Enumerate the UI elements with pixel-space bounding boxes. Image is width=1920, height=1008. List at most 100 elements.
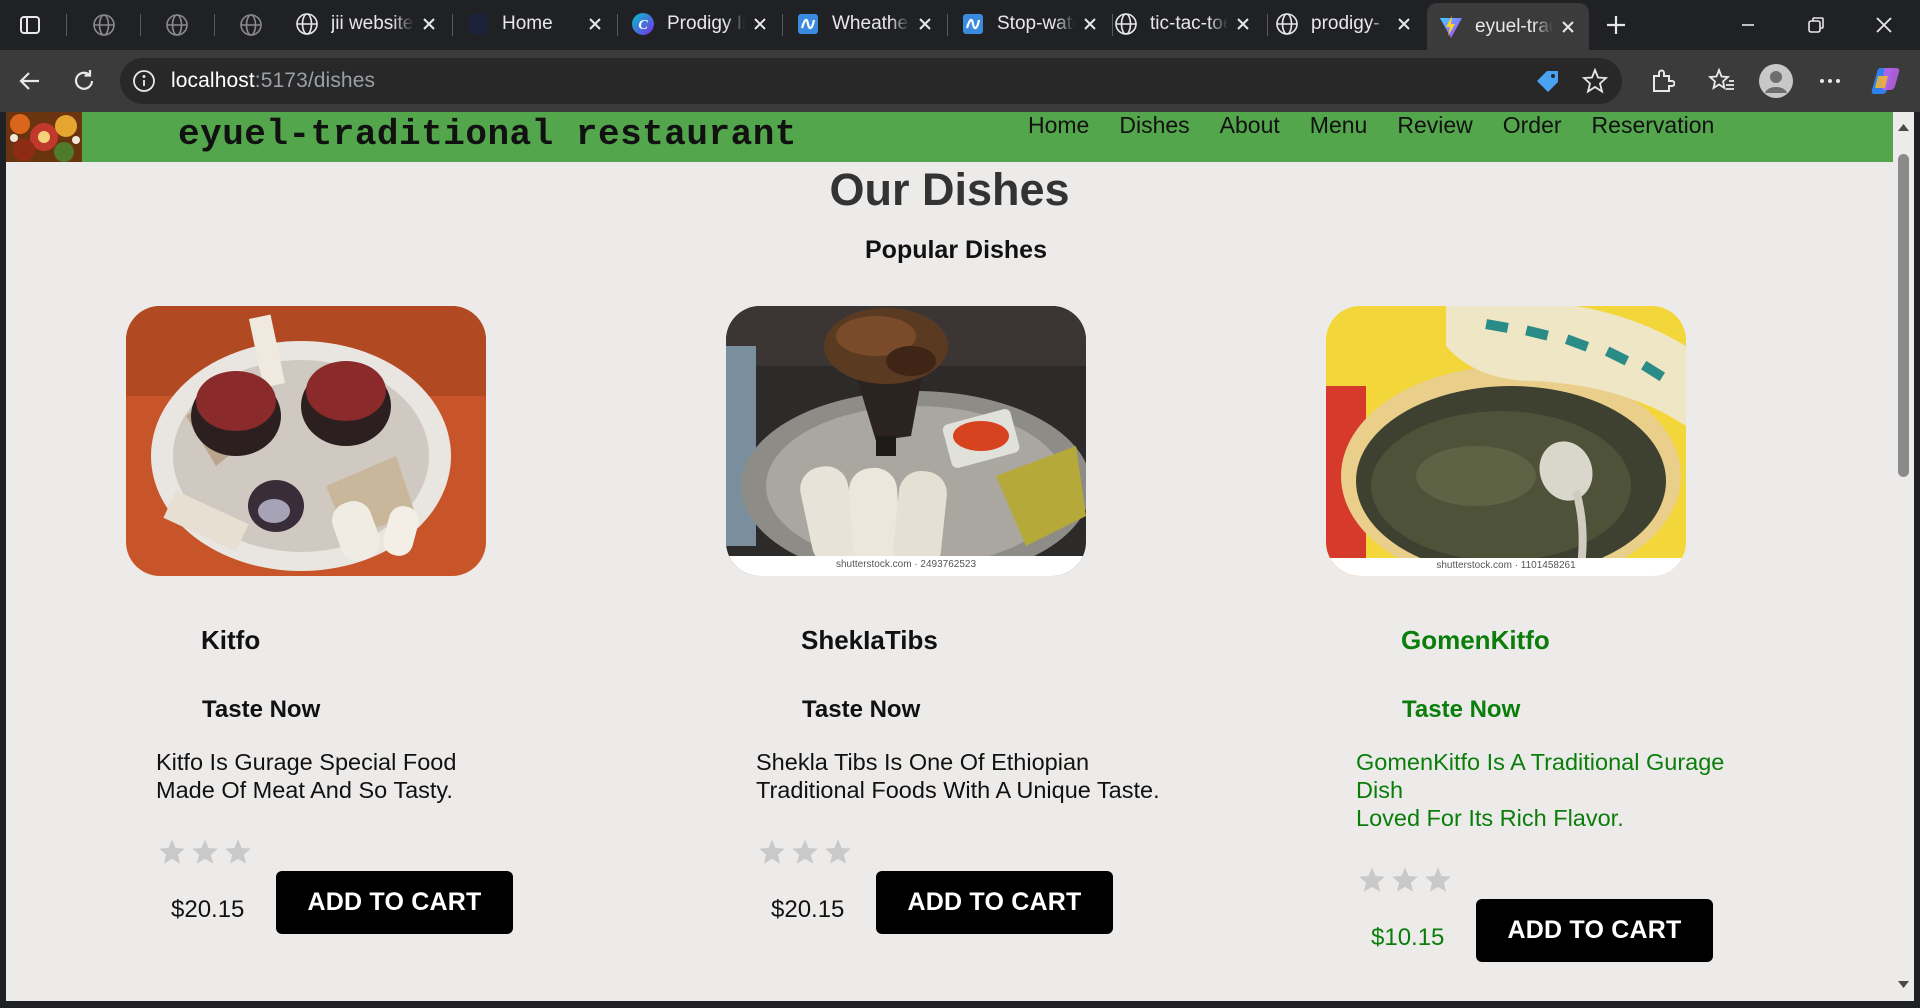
close-tab-icon[interactable] (1079, 13, 1101, 35)
star-icon[interactable] (758, 838, 791, 868)
dish-price: $10.15 (1371, 924, 1445, 951)
star-icon[interactable] (158, 838, 191, 868)
taste-now-label[interactable]: Taste Now (802, 696, 920, 724)
add-to-cart-button[interactable]: ADD TO CART (876, 871, 1113, 934)
url-host: localhost (171, 69, 255, 92)
favorites-icon[interactable] (1702, 61, 1742, 101)
description-line: Loved For Its Rich Flavor. (1356, 805, 1624, 831)
restore-icon[interactable] (1782, 0, 1850, 50)
star-icon[interactable] (1358, 866, 1391, 896)
tab-title: tic-tac-toe (1150, 13, 1228, 34)
copilot-icon[interactable] (1866, 61, 1906, 101)
star-icon[interactable] (1391, 866, 1424, 896)
tab-prodigy-infotech[interactable]: C Prodigy Infotech (619, 5, 781, 43)
nav-link-menu[interactable]: Menu (1310, 112, 1368, 138)
rating-stars[interactable] (758, 838, 857, 868)
tab-home[interactable]: Home (454, 5, 616, 43)
extensions-icon[interactable] (1642, 61, 1682, 101)
page-scrollbar[interactable] (1893, 112, 1914, 1001)
rating-stars[interactable] (1358, 866, 1457, 896)
info-icon[interactable] (132, 69, 156, 98)
star-icon[interactable] (224, 838, 257, 868)
add-to-cart-button[interactable]: ADD TO CART (276, 871, 513, 934)
description-line: Dish (1356, 777, 1404, 803)
pinned-tab-globe-icon[interactable] (157, 0, 197, 50)
scroll-up-arrow-icon[interactable] (1897, 122, 1910, 132)
page-viewport: eyuel-traditional restaurant Home Dishes… (6, 112, 1893, 1001)
close-tab-icon[interactable] (1557, 16, 1579, 38)
tab-title: Home (502, 13, 553, 34)
url-path: :5173/dishes (254, 69, 376, 92)
tab-jii-website[interactable]: jii website (283, 5, 450, 43)
vite-icon (1439, 15, 1463, 39)
tab-title: jii website (331, 13, 414, 34)
description-line: Made Of Meat And So Tasty. (156, 777, 453, 803)
nav-link-reservation[interactable]: Reservation (1592, 112, 1715, 138)
tab-separator (947, 14, 948, 36)
coupon-tag-icon[interactable] (1534, 68, 1562, 99)
dish-price: $20.15 (171, 896, 245, 923)
restaurant-logo[interactable] (6, 112, 82, 162)
minimize-icon[interactable] (1714, 0, 1782, 50)
tab-separator (140, 14, 141, 36)
tab-separator (452, 14, 453, 36)
globe-icon (1114, 12, 1138, 36)
refresh-icon[interactable] (64, 61, 104, 101)
back-arrow-icon[interactable] (10, 61, 50, 101)
address-bar[interactable]: localhost:5173/dishes (120, 58, 1622, 104)
close-tab-icon[interactable] (914, 13, 936, 35)
more-menu-icon[interactable] (1810, 61, 1850, 101)
taste-now-label[interactable]: Taste Now (1402, 696, 1520, 724)
blue-app-icon (796, 12, 820, 36)
nav-link-order[interactable]: Order (1503, 112, 1562, 138)
tab-title: eyuel-traditional (1475, 15, 1553, 37)
star-icon[interactable] (791, 838, 824, 868)
nav-link-review[interactable]: Review (1397, 112, 1472, 138)
favorite-star-icon[interactable] (1581, 67, 1609, 99)
tab-weather[interactable]: Wheather (784, 5, 946, 43)
star-icon[interactable] (824, 838, 857, 868)
tab-actions-icon[interactable] (10, 0, 50, 50)
nav-link-home[interactable]: Home (1028, 112, 1089, 138)
profile-avatar-icon[interactable] (1756, 61, 1796, 101)
tab-eyuel-traditional[interactable]: eyuel-traditional (1427, 3, 1589, 50)
site-brand-title[interactable]: eyuel-traditional restaurant (178, 114, 797, 155)
canva-icon: C (631, 12, 655, 36)
close-window-icon[interactable] (1850, 0, 1918, 50)
window-frame-right (1914, 112, 1920, 1001)
tab-separator (66, 14, 67, 36)
close-tab-icon[interactable] (749, 13, 771, 35)
rating-stars[interactable] (158, 838, 257, 868)
taste-now-label[interactable]: Taste Now (202, 696, 320, 724)
window-frame-bottom (0, 1001, 1920, 1008)
close-tab-icon[interactable] (418, 13, 440, 35)
nav-link-about[interactable]: About (1220, 112, 1280, 138)
scrollbar-thumb[interactable] (1898, 154, 1909, 477)
star-icon[interactable] (1424, 866, 1457, 896)
tab-separator (214, 14, 215, 36)
tab-separator (782, 14, 783, 36)
close-tab-icon[interactable] (584, 13, 606, 35)
close-tab-icon[interactable] (1393, 13, 1415, 35)
tab-prodigy[interactable]: prodigy- (1263, 5, 1425, 43)
dish-description: Kitfo Is Gurage Special Food Made Of Mea… (156, 748, 576, 804)
blue-app-icon (961, 12, 985, 36)
dish-description: Shekla Tibs Is One Of Ethiopian Traditio… (756, 748, 1176, 804)
tab-stop-watch[interactable]: Stop-watch (949, 5, 1111, 43)
nav-link-dishes[interactable]: Dishes (1119, 112, 1189, 138)
new-tab-icon[interactable] (1596, 0, 1636, 50)
dark-square-icon (466, 12, 490, 36)
svg-text:C: C (638, 18, 648, 33)
description-line: Traditional Foods With A Unique Taste. (756, 777, 1160, 803)
pinned-tab-globe-icon[interactable] (84, 0, 124, 50)
add-to-cart-button[interactable]: ADD TO CART (1476, 899, 1713, 962)
url-text[interactable]: localhost:5173/dishes (171, 69, 375, 93)
window-frame-left (0, 112, 6, 1001)
pinned-tab-globe-icon[interactable] (231, 0, 271, 50)
close-tab-icon[interactable] (1232, 13, 1254, 35)
scroll-down-arrow-icon[interactable] (1897, 980, 1910, 990)
tab-tic-tac-toe[interactable]: tic-tac-toe (1102, 5, 1264, 43)
star-icon[interactable] (191, 838, 224, 868)
dish-image-shekla-tibs: shutterstock.com · 2493762523 (726, 306, 1086, 576)
site-navbar: eyuel-traditional restaurant Home Dishes… (6, 112, 1893, 162)
